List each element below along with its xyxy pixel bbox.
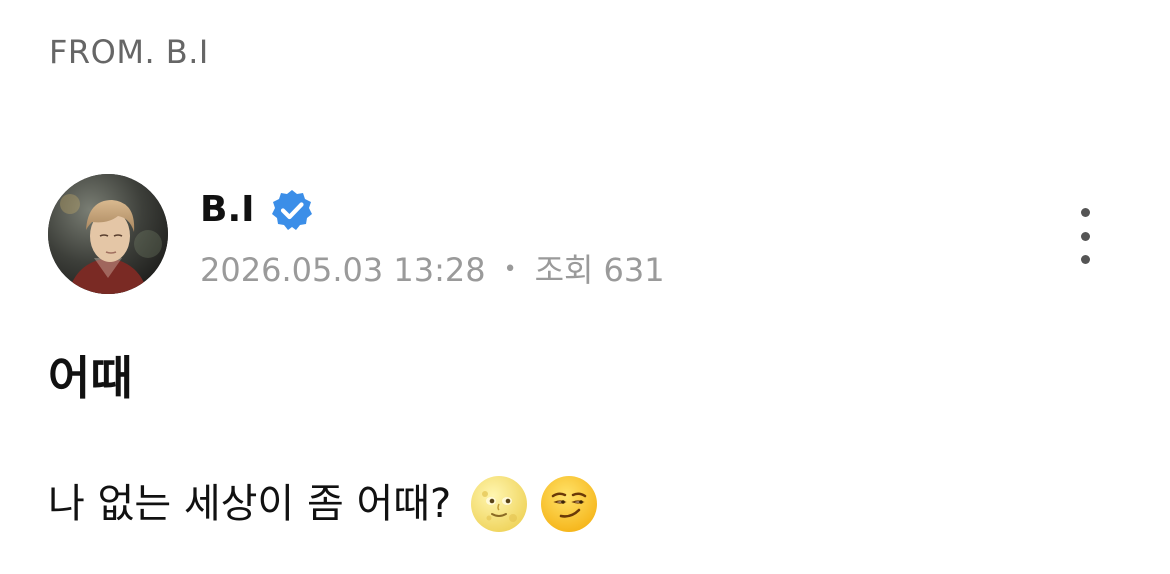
views-label: 조회	[534, 251, 594, 289]
views-count: 631	[603, 251, 665, 289]
smirking-face-icon	[539, 474, 599, 534]
verified-badge-icon	[269, 187, 315, 233]
post-body: 나 없는 세상이 좀 어때?	[48, 472, 599, 536]
author-row: B.I	[200, 186, 315, 234]
post-meta: 2026.05.03 13:28 • 조회 631	[200, 248, 665, 292]
more-vertical-icon	[1080, 208, 1090, 217]
post-page: FROM. B.I B.I 2026.05.03 13:28 • 조회 631 …	[0, 0, 1170, 574]
post-timestamp: 2026.05.03 13:28	[200, 251, 486, 289]
more-vertical-icon-dot	[1080, 255, 1090, 264]
avatar[interactable]	[48, 174, 168, 294]
more-vertical-icon-dot	[1080, 231, 1090, 241]
more-options-button[interactable]	[1062, 206, 1108, 266]
post-title: 어때	[48, 351, 133, 405]
from-label: FROM. B.I	[49, 33, 209, 71]
full-moon-face-icon	[469, 474, 529, 534]
author-name[interactable]: B.I	[200, 186, 255, 234]
meta-separator: •	[503, 257, 517, 282]
post-body-text: 나 없는 세상이 좀 어때?	[48, 481, 452, 527]
